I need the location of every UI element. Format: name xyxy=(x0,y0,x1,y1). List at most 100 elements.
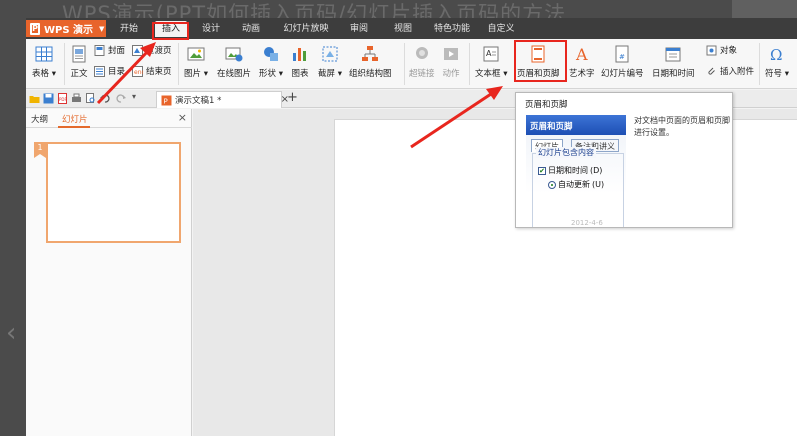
tab-design[interactable]: 设计 xyxy=(194,21,228,37)
redo-icon[interactable] xyxy=(116,93,127,104)
org-chart-label: 组织结构图 xyxy=(349,69,392,79)
symbol-label: 符号 xyxy=(765,69,783,79)
new-tab-button[interactable]: + xyxy=(287,91,298,105)
shapes-icon xyxy=(263,47,278,61)
wps-logo-icon: P xyxy=(30,22,40,35)
date-time-button[interactable]: 日期和时间 xyxy=(652,45,695,79)
tab-view[interactable]: 视图 xyxy=(386,21,420,37)
ribbon-divider xyxy=(759,43,760,85)
end-page-icon: end xyxy=(132,65,143,77)
preview-autoupdate-label: 自动更新 xyxy=(558,180,590,189)
chart-button[interactable]: 图表 xyxy=(291,45,309,79)
table-icon xyxy=(35,46,53,62)
object-button[interactable]: 对象 xyxy=(706,44,737,56)
header-footer-highlight xyxy=(514,40,567,82)
svg-text:A: A xyxy=(486,49,492,58)
wordart-label: 艺术字 xyxy=(569,69,595,79)
caret-down-icon: ▼ xyxy=(99,24,105,33)
preview-group-label: 幻灯片包含内容 xyxy=(536,147,596,158)
radio-selected-icon xyxy=(548,180,556,189)
save-icon[interactable] xyxy=(43,93,54,104)
object-icon xyxy=(706,45,717,55)
preview-datetime-key: (D) xyxy=(590,166,603,175)
svg-text:PDF: PDF xyxy=(59,97,67,102)
picture-button[interactable]: 图片 ▾ xyxy=(184,45,208,79)
tab-outline[interactable]: 大纲 xyxy=(31,113,48,125)
ribbon-divider xyxy=(469,43,470,85)
close-pane-icon[interactable]: × xyxy=(178,111,187,124)
export-pdf-icon[interactable]: PDF xyxy=(57,93,68,104)
table-label: 表格 xyxy=(32,69,50,79)
tab-special-features[interactable]: 特色功能 xyxy=(428,21,476,37)
tab-customize[interactable]: 自定义 xyxy=(481,21,521,37)
shapes-label: 形状 xyxy=(259,69,277,79)
tab-slides[interactable]: 幻灯片 xyxy=(62,113,88,125)
calendar-icon xyxy=(665,47,681,62)
insert-attachment-button[interactable]: 插入附件 xyxy=(706,65,754,77)
tab-home[interactable]: 开始 xyxy=(112,21,146,37)
online-picture-button[interactable]: 在线图片 xyxy=(217,45,251,79)
slide-number-button[interactable]: # 幻灯片编号 xyxy=(601,45,644,79)
shapes-button[interactable]: 形状 ▾ xyxy=(259,45,283,79)
hyperlink-label: 超链接 xyxy=(409,69,435,79)
transition-page-icon xyxy=(132,44,143,56)
wordart-button[interactable]: A 艺术字 xyxy=(569,45,595,79)
end-page-label: 结束页 xyxy=(146,67,172,77)
toc-icon xyxy=(94,65,105,77)
tab-review[interactable]: 审阅 xyxy=(342,21,376,37)
cover-button[interactable]: 封面 xyxy=(94,44,125,56)
online-picture-icon xyxy=(225,47,243,62)
symbol-button[interactable]: Ω 符号 ▾ xyxy=(765,45,789,79)
document-tab-label: 演示文稿1 * xyxy=(175,96,222,106)
svg-text:Ω: Ω xyxy=(770,46,782,63)
app-name: WPS 演示 xyxy=(44,25,94,36)
action-button[interactable]: 动作 xyxy=(442,45,460,79)
textbox-button[interactable]: A 文本框 ▾ xyxy=(475,45,507,79)
slide-number-label: 幻灯片编号 xyxy=(601,69,644,79)
undo-icon[interactable] xyxy=(99,93,110,104)
toc-button[interactable]: 目录 xyxy=(94,65,125,77)
tab-slideshow[interactable]: 幻灯片放映 xyxy=(278,21,334,37)
screenshot-icon xyxy=(322,46,338,62)
body-text-button[interactable]: 正文 xyxy=(70,45,88,79)
transition-page-label: 过渡页 xyxy=(146,46,172,56)
chevron-left-icon[interactable]: ‹ xyxy=(6,318,22,348)
preview-datetime-option: ✔ 日期和时间 (D) xyxy=(538,165,602,176)
insert-attachment-label: 插入附件 xyxy=(720,67,755,77)
open-folder-icon[interactable] xyxy=(29,93,40,104)
preview-date-value: 2012-4-6 xyxy=(571,219,603,227)
svg-text:#: # xyxy=(619,53,625,61)
backdrop-corner-block xyxy=(732,0,797,20)
tab-animation[interactable]: 动画 xyxy=(234,21,268,37)
action-label: 动作 xyxy=(442,69,460,79)
table-button[interactable]: 表格 ▾ xyxy=(32,45,56,79)
transition-page-button[interactable]: 过渡页 xyxy=(132,44,172,56)
slide-number-icon: # xyxy=(615,45,629,63)
print-icon[interactable] xyxy=(71,93,82,104)
tooltip-description: 对文档中页面的页眉和页脚进行设置。 xyxy=(634,116,730,137)
chart-icon xyxy=(293,48,306,61)
wps-app-menu-button[interactable]: P WPS 演示 ▼ xyxy=(26,20,106,37)
customize-dropdown-icon[interactable]: ▾ xyxy=(132,92,143,103)
svg-text:end: end xyxy=(134,69,143,76)
document-tab[interactable]: P 演示文稿1 * × xyxy=(156,91,289,108)
ribbon-divider xyxy=(178,43,179,85)
wordart-icon: A xyxy=(575,45,588,63)
screenshot-label: 截屏 xyxy=(318,69,336,79)
hyperlink-button[interactable]: 超链接 xyxy=(409,45,435,79)
print-preview-icon[interactable] xyxy=(85,93,96,104)
slide-thumbnail[interactable] xyxy=(46,142,181,243)
menu-bar: P WPS 演示 ▼ 开始 插入 设计 动画 幻灯片放映 审阅 视图 特色功能 … xyxy=(26,18,797,39)
wps-presentation-window: P WPS 演示 ▼ 开始 插入 设计 动画 幻灯片放映 审阅 视图 特色功能 … xyxy=(26,18,797,436)
body-text-label: 正文 xyxy=(70,69,88,79)
date-time-label: 日期和时间 xyxy=(652,69,695,79)
end-page-button[interactable]: end 结束页 xyxy=(132,65,172,77)
textbox-label: 文本框 xyxy=(475,69,501,79)
toc-label: 目录 xyxy=(108,67,126,77)
org-chart-button[interactable]: 组织结构图 xyxy=(349,45,392,79)
screenshot-button[interactable]: 截屏 ▾ xyxy=(318,45,342,79)
presentation-file-icon: P xyxy=(161,95,172,105)
pane-tabs: 大纲 幻灯片 × xyxy=(26,109,192,128)
active-tab-indicator xyxy=(58,126,90,128)
hyperlink-icon xyxy=(415,47,428,59)
